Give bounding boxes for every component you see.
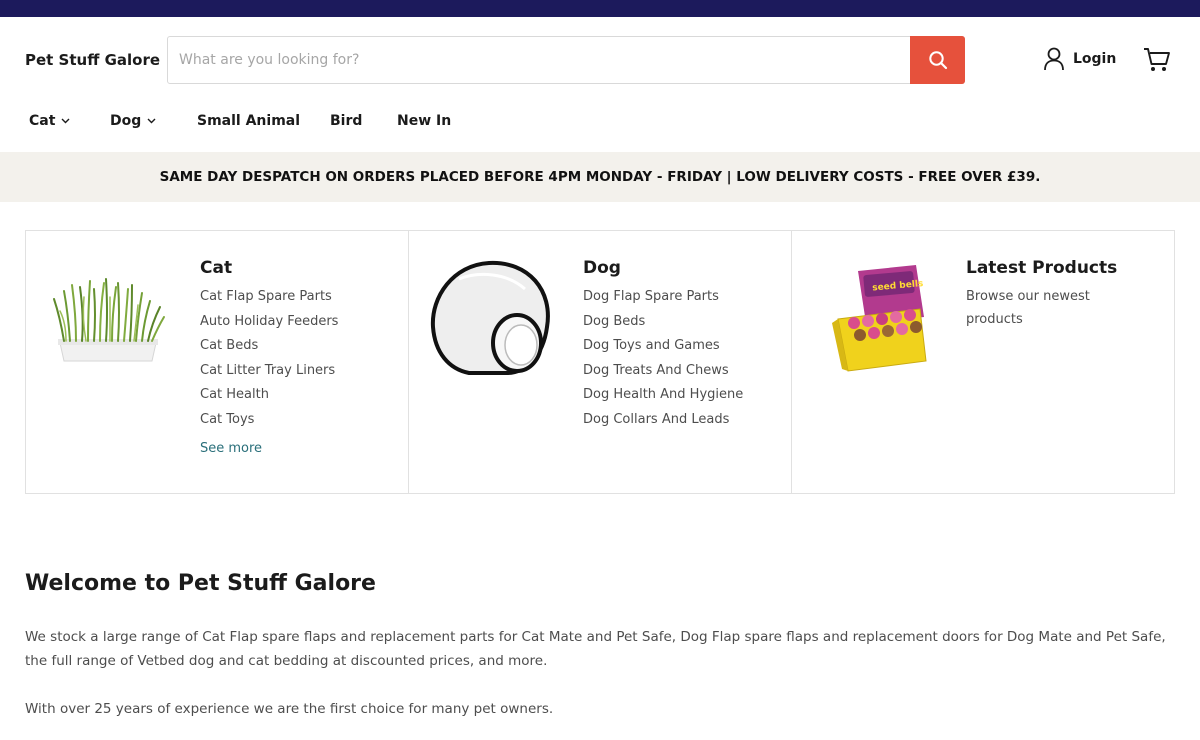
category-link[interactable]: Cat Health <box>200 383 338 408</box>
category-body: Latest Products Browse our newest produc… <box>966 258 1136 331</box>
nav-label: Small Animal <box>197 113 301 129</box>
category-card-latest: seed bells Latest Products Browse our ne… <box>791 231 1174 493</box>
category-card-dog: Dog Dog Flap Spare Parts Dog Beds Dog To… <box>408 231 791 493</box>
search-input[interactable] <box>168 37 911 83</box>
category-link[interactable]: Dog Collars And Leads <box>583 408 743 433</box>
nav-item-dog[interactable]: Dog <box>110 113 156 129</box>
nav-item-bird[interactable]: Bird <box>330 113 362 129</box>
user-icon <box>1044 47 1064 71</box>
nav-item-cat[interactable]: Cat <box>29 113 70 129</box>
nav-label: Dog <box>110 113 142 129</box>
top-accent-bar <box>0 0 1200 17</box>
category-link[interactable]: Cat Beds <box>200 334 338 359</box>
search-icon <box>928 51 947 70</box>
search-button[interactable] <box>910 36 965 84</box>
see-more-link[interactable]: See more <box>200 441 338 456</box>
category-panel: Cat Cat Flap Spare Parts Auto Holiday Fe… <box>25 230 1175 494</box>
nav-label: Bird <box>330 113 363 129</box>
dog-cone-collar-image[interactable] <box>429 257 553 377</box>
search-bar <box>167 36 965 84</box>
category-link[interactable]: Dog Flap Spare Parts <box>583 285 743 310</box>
category-card-cat: Cat Cat Flap Spare Parts Auto Holiday Fe… <box>26 231 408 493</box>
category-link[interactable]: Auto Holiday Feeders <box>200 310 338 335</box>
cart-button[interactable] <box>1143 47 1171 77</box>
category-link[interactable]: Cat Litter Tray Liners <box>200 359 338 384</box>
category-link[interactable]: Dog Treats And Chews <box>583 359 743 384</box>
cat-grass-image[interactable] <box>46 257 170 377</box>
promo-banner: SAME DAY DESPATCH ON ORDERS PLACED BEFOR… <box>0 152 1200 202</box>
category-title[interactable]: Cat <box>200 258 338 278</box>
welcome-heading: Welcome to Pet Stuff Galore <box>25 571 376 596</box>
nav-item-small-animal[interactable]: Small Animal <box>197 113 300 129</box>
category-body: Dog Dog Flap Spare Parts Dog Beds Dog To… <box>583 258 743 433</box>
chevron-down-icon <box>147 118 156 124</box>
category-link[interactable]: Cat Flap Spare Parts <box>200 285 338 310</box>
category-link[interactable]: Cat Toys <box>200 408 338 433</box>
site-logo[interactable]: Pet Stuff Galore <box>25 51 160 69</box>
main-navigation: Cat Dog Small Animal Bird New In <box>0 102 1200 152</box>
seed-bells-box-image[interactable]: seed bells <box>812 257 936 377</box>
category-link[interactable]: Dog Beds <box>583 310 743 335</box>
login-link[interactable]: Login <box>1043 47 1116 71</box>
site-header: Pet Stuff Galore Login <box>0 17 1200 102</box>
login-label: Login <box>1073 51 1117 67</box>
nav-item-new-in[interactable]: New In <box>397 113 451 129</box>
nav-label: Cat <box>29 113 56 129</box>
category-title[interactable]: Dog <box>583 258 743 278</box>
category-body: Cat Cat Flap Spare Parts Auto Holiday Fe… <box>200 258 338 456</box>
chevron-down-icon <box>61 118 70 124</box>
category-description: Browse our newest products <box>966 289 1090 327</box>
category-title[interactable]: Latest Products <box>966 258 1136 278</box>
nav-label: New In <box>397 113 452 129</box>
category-link[interactable]: Dog Toys and Games <box>583 334 743 359</box>
welcome-paragraph: With over 25 years of experience we are … <box>25 701 554 717</box>
cart-icon <box>1144 48 1170 71</box>
welcome-paragraph: We stock a large range of Cat Flap spare… <box>25 629 1166 669</box>
category-link[interactable]: Dog Health And Hygiene <box>583 383 743 408</box>
